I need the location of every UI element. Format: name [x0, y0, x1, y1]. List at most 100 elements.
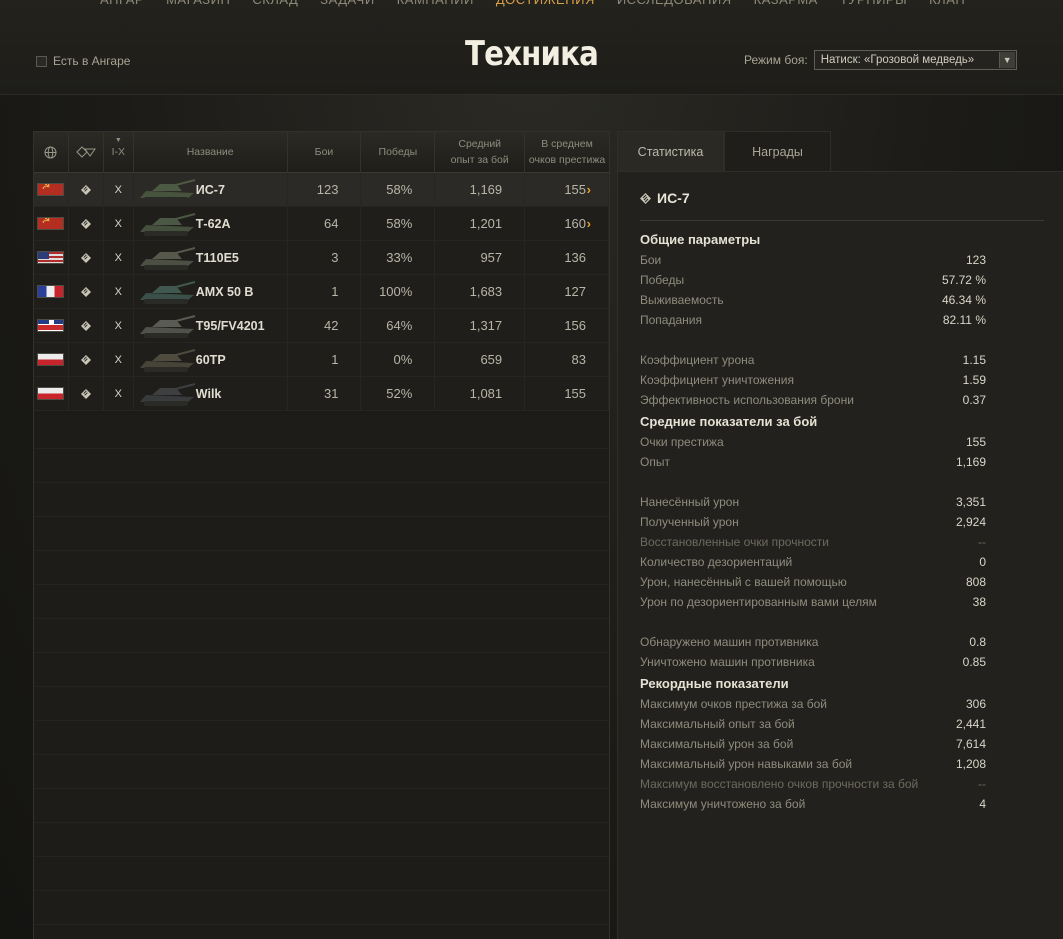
- wins-cell: 0%: [361, 343, 436, 376]
- stat-row: Урон по дезориентированным вами целям 38: [640, 592, 986, 612]
- sort-class[interactable]: [69, 132, 104, 172]
- nav-item[interactable]: ДОСТИЖЕНИЯ: [496, 0, 595, 7]
- avg-xp-cell: 1,081: [435, 377, 526, 410]
- nav-item[interactable]: ТУРНИРЫ: [840, 0, 907, 7]
- sort-tier[interactable]: ▼ I-X: [104, 132, 134, 172]
- flag-poland-icon: [37, 353, 65, 366]
- name-cell: Т-62А: [134, 207, 288, 240]
- battles-cell: 1: [288, 343, 362, 376]
- stats-list: Общие параметры Бои 123 Победы 57.72 % Выжива…: [640, 228, 986, 814]
- stat-label: Коэффициент уничтожения: [640, 373, 794, 387]
- name-cell: T95/FV4201: [134, 309, 288, 342]
- divider: [640, 220, 1044, 221]
- nav-item[interactable]: КЛАН: [929, 0, 965, 7]
- avg-prestige-cell: 136: [525, 241, 610, 274]
- flag-poland-icon: [37, 387, 65, 400]
- nav-item[interactable]: СКЛАД: [252, 0, 298, 7]
- table-row[interactable]: X ИС-7 12358%1,169155›: [34, 173, 610, 207]
- nav-item[interactable]: АНГАР: [100, 0, 144, 7]
- sort-nation[interactable]: [34, 132, 69, 172]
- table-row[interactable]: X AMX 50 B 1 100% 1,683 127: [34, 275, 610, 309]
- battle-mode-select[interactable]: Натиск: «Грозовой медведь» ▼: [813, 50, 1017, 70]
- chevron-down-icon[interactable]: ▼: [998, 52, 1015, 68]
- wins-cell: 33%: [361, 241, 436, 274]
- avg-prestige-cell: 160: [525, 207, 610, 240]
- avg-prestige-cell: 155: [525, 377, 610, 410]
- table-row[interactable]: X 60TP 1 0% 659 83: [34, 343, 610, 377]
- stat-value: 1.15: [962, 353, 986, 367]
- table-row[interactable]: X T95/FV4201 42 64% 1,317 156: [34, 309, 610, 343]
- table-row[interactable]: X Wilk 31 52% 1,081 155: [34, 377, 610, 411]
- stat-row: Победы 57.72 %: [640, 270, 986, 290]
- sort-avg-xp[interactable]: Средний опыт за бой: [435, 132, 526, 172]
- chevron-right-icon[interactable]: ›: [587, 182, 591, 197]
- class-cell: [69, 309, 104, 342]
- battles-cell: 1: [288, 275, 362, 308]
- tier-cell: X: [104, 377, 134, 410]
- vehicle-name: ИС-7: [195, 182, 225, 197]
- stat-label: Обнаружено машин противника: [640, 635, 819, 649]
- tier-value: X: [114, 217, 122, 230]
- avg-xp-cell: 1,169: [435, 173, 526, 206]
- stat-value: 4: [979, 797, 986, 811]
- name-cell: Wilk: [134, 377, 288, 410]
- stat-row: Уничтожено машин противника 0.85: [640, 652, 986, 672]
- vehicle-title: ИС-7: [640, 190, 690, 206]
- stat-value: 38: [972, 595, 986, 609]
- sort-battles[interactable]: Бои: [288, 132, 362, 172]
- stat-value: 82.11 %: [942, 313, 986, 327]
- nav-item[interactable]: ИССЛЕДОВАНИЯ: [617, 0, 732, 7]
- statistics-panel: ИС-7 Общие параметры Бои 123 Победы 57.72 % В…: [617, 171, 1063, 939]
- nation-cell: [34, 173, 69, 206]
- stat-row: Количество дезориентаций 0: [640, 552, 986, 572]
- battles-cell: 123: [288, 173, 362, 206]
- name-cell: T110E5: [134, 241, 288, 274]
- globe-icon: [44, 146, 57, 158]
- table-row[interactable]: X Т-62А 6458%1,201160›: [34, 207, 610, 241]
- tank-image-icon: [139, 349, 196, 372]
- avg-prestige-cell: 127: [525, 275, 610, 308]
- battle-mode: Режим боя: Натиск: «Грозовой медведь» ▼: [744, 50, 1017, 70]
- flag-ussr-icon: [37, 183, 65, 196]
- vehicle-name: Т-62А: [195, 216, 231, 231]
- stat-row: Максимальный урон навыками за бой 1,208: [640, 754, 986, 774]
- class-cell: [69, 173, 104, 206]
- tab-statistics[interactable]: Статистика: [617, 131, 724, 171]
- nav-item[interactable]: КАЗАРМА: [754, 0, 818, 7]
- stat-label: Очки престижа: [640, 435, 724, 449]
- stat-value: 2,924: [955, 515, 986, 529]
- sort-name[interactable]: Название: [134, 132, 288, 172]
- in-hangar-checkbox[interactable]: [36, 55, 47, 67]
- tank-image-icon: [139, 383, 196, 406]
- nav-item[interactable]: МАГАЗИН: [166, 0, 230, 7]
- table-row[interactable]: X T110E5 3 33% 957 136: [34, 241, 610, 275]
- chevron-right-icon[interactable]: ›: [587, 216, 591, 231]
- stat-label: Уничтожено машин противника: [640, 655, 815, 669]
- stat-value: 1,208: [955, 757, 986, 771]
- class-cell: [69, 207, 104, 240]
- tab-awards[interactable]: Награды: [724, 131, 831, 171]
- tank-image-icon: [139, 247, 196, 270]
- stat-label: Коэффициент урона: [640, 353, 755, 367]
- stat-row: Максимальный опыт за бой 2,441: [640, 714, 986, 734]
- section-title: Средние показатели за бой: [640, 414, 818, 429]
- nav-item[interactable]: ЗАДАЧИ: [320, 0, 374, 7]
- vehicle-class-icon: [76, 146, 96, 158]
- avg-xp-cell: 1,201: [435, 207, 526, 240]
- sort-avg-prestige[interactable]: В среднем очков престижа: [525, 132, 609, 172]
- stat-label: Максимум уничтожено за бой: [640, 797, 806, 811]
- stat-row: Коэффициент уничтожения 1.59: [640, 370, 986, 390]
- flag-uk-icon: [37, 319, 65, 332]
- stat-label: Максимальный урон навыками за бой: [640, 757, 853, 771]
- stat-value: 0.8: [969, 635, 986, 649]
- sort-wins[interactable]: Победы: [361, 132, 436, 172]
- stat-label: Выживаемость: [640, 293, 724, 307]
- stat-row: Опыт 1,169: [640, 452, 986, 472]
- stat-value: 1,169: [955, 455, 986, 469]
- nav-item[interactable]: КАМПАНИИ: [397, 0, 474, 7]
- stat-row: Восстановленные очки прочности --: [640, 532, 986, 552]
- panel-tabs: Статистика Награды: [617, 131, 831, 171]
- name-cell: ИС-7: [134, 173, 288, 206]
- stat-label: Полученный урон: [640, 515, 739, 529]
- nation-cell: [34, 377, 69, 410]
